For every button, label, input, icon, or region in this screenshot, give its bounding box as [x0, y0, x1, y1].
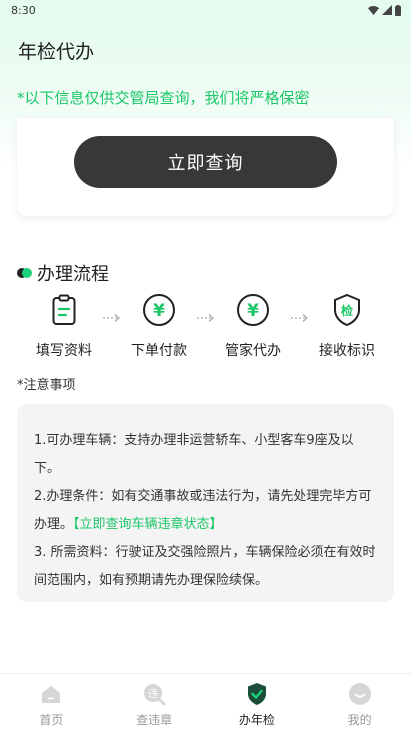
- shield-check-icon: [247, 683, 266, 705]
- query-now-button[interactable]: 立即查询: [74, 136, 337, 188]
- status-icons: [368, 4, 401, 16]
- page-title: 年检代办: [18, 41, 95, 63]
- svg-text:检: 检: [341, 303, 353, 318]
- svg-text:违: 违: [148, 688, 158, 700]
- step-label: 管家代办: [225, 343, 281, 359]
- svg-text:¥: ¥: [153, 301, 165, 321]
- nav-label: 查违章: [136, 713, 173, 727]
- yuan-icon: ¥: [236, 293, 270, 327]
- violation-search-icon: 违: [144, 684, 166, 706]
- query-card: 立即查询: [17, 118, 394, 216]
- shield-inspection-icon: 检: [330, 293, 364, 327]
- wifi-icon: [368, 5, 379, 15]
- step-label: 接收标识: [319, 343, 375, 359]
- bottom-nav: 首页 违 查违章 办年检 我的: [0, 673, 411, 731]
- home-icon: [42, 686, 61, 703]
- note-item-2: 2.办理条件：如有交通事故或违法行为，请先处理完毕方可办理。【立即查询车辆违章状…: [34, 483, 378, 539]
- step-label: 填写资料: [36, 343, 92, 359]
- profile-icon: [348, 683, 371, 705]
- step-fill-info: 填写资料: [24, 293, 104, 360]
- clipboard-icon: [52, 294, 76, 325]
- status-time: 8:30: [11, 3, 36, 17]
- notes-title: *注意事项: [17, 378, 76, 393]
- nav-label: 我的: [347, 713, 372, 727]
- yuan-icon: ¥: [142, 293, 176, 327]
- notes-box: 1.可办理车辆：支持办理非运营轿车、小型客车9座及以下。 2.办理条件：如有交通…: [17, 404, 394, 602]
- section-dot-icon: [17, 268, 32, 278]
- note-item-1: 1.可办理车辆：支持办理非运营轿车、小型客车9座及以下。: [34, 433, 354, 476]
- nav-violation[interactable]: 违 查违章: [103, 674, 206, 731]
- privacy-notice: *以下信息仅供交管局查询，我们将严格保密: [17, 89, 310, 107]
- process-steps: 填写资料 ¥ 下单付款 ¥ 管家代办 检 接收标识: [0, 293, 411, 363]
- note-item-3: 3. 所需资料：行驶证及交强险照片，车辆保险必须在有效时间范围内，如有预期请先办…: [34, 545, 376, 588]
- nav-label: 首页: [39, 713, 64, 727]
- step-butler-service: ¥ 管家代办: [213, 293, 293, 360]
- svg-text:¥: ¥: [247, 301, 259, 321]
- step-order-pay: ¥ 下单付款: [119, 293, 199, 360]
- step-receive-sticker: 检 接收标识: [307, 293, 387, 360]
- process-section-title: 办理流程: [17, 260, 109, 286]
- battery-icon: [395, 4, 401, 16]
- nav-profile[interactable]: 我的: [308, 674, 411, 731]
- nav-home[interactable]: 首页: [0, 674, 103, 731]
- step-label: 下单付款: [131, 343, 187, 359]
- status-bar: 8:30: [0, 0, 411, 20]
- signal-icon: [382, 5, 392, 15]
- query-violation-link[interactable]: 【立即查询车辆违章状态】: [73, 517, 223, 532]
- nav-label: 办年检: [238, 713, 275, 727]
- process-title: 办理流程: [37, 264, 109, 285]
- nav-annual-inspection[interactable]: 办年检: [206, 674, 309, 731]
